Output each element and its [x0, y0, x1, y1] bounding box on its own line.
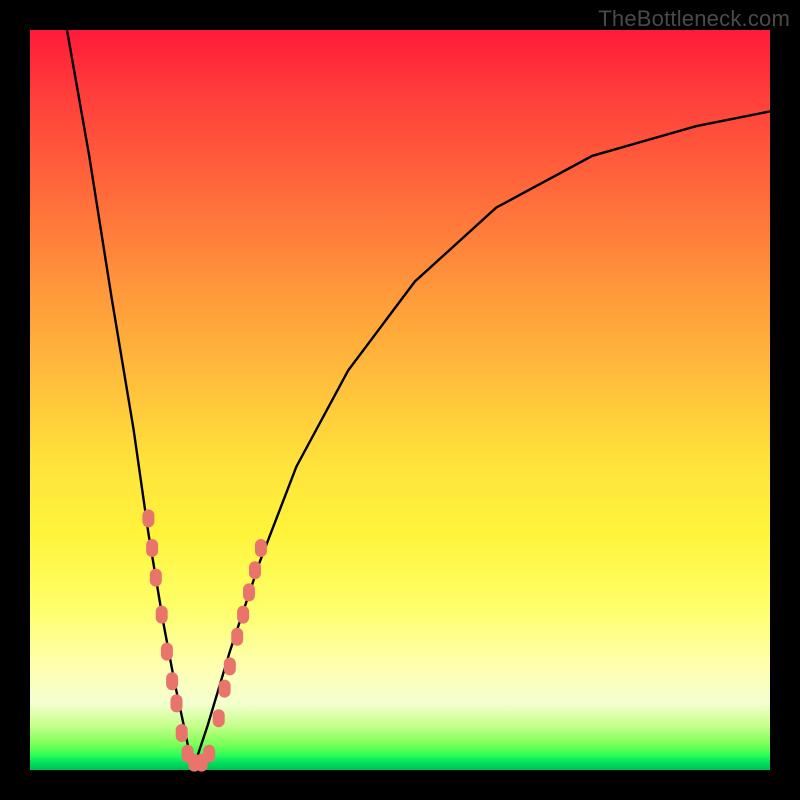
curve-layer — [67, 30, 770, 770]
data-marker — [219, 680, 231, 698]
data-marker — [142, 509, 154, 527]
data-marker — [156, 606, 168, 624]
data-marker — [213, 709, 225, 727]
data-marker — [203, 745, 215, 763]
data-marker — [171, 694, 183, 712]
chart-svg — [0, 0, 800, 800]
data-marker — [243, 583, 255, 601]
data-marker — [231, 628, 243, 646]
data-marker — [146, 539, 158, 557]
data-marker — [237, 606, 249, 624]
chart-frame: TheBottleneck.com — [0, 0, 800, 800]
data-marker — [224, 657, 236, 675]
data-marker — [150, 569, 162, 587]
data-marker — [249, 561, 261, 579]
data-marker — [161, 643, 173, 661]
data-marker — [176, 724, 188, 742]
data-marker — [166, 672, 178, 690]
left-branch-curve — [67, 30, 193, 770]
right-branch-curve — [193, 111, 770, 770]
data-marker — [255, 539, 267, 557]
